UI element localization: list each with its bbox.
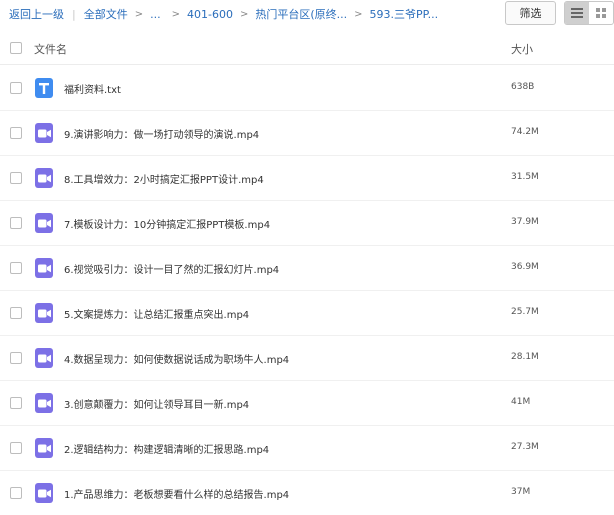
- file-row[interactable]: 9.演讲影响力：做一场打动领导的演说.mp4 74.2M: [0, 111, 614, 156]
- row-checkbox[interactable]: [10, 442, 22, 454]
- video-file-icon: [35, 393, 53, 413]
- video-file-icon: [35, 168, 53, 188]
- view-mode-toggle: [564, 1, 614, 25]
- filter-button[interactable]: 筛选: [505, 1, 556, 25]
- text-file-icon: [35, 78, 53, 98]
- file-row[interactable]: 7.模板设计力：10分钟搞定汇报PPT模板.mp4 37.9M: [0, 201, 614, 246]
- file-row[interactable]: 4.数据呈现力：如何使数据说话成为职场牛人.mp4 28.1M: [0, 336, 614, 381]
- file-row[interactable]: 福利资料.txt 638B: [0, 66, 614, 111]
- file-name[interactable]: 4.数据呈现力：如何使数据说话成为职场牛人.mp4: [64, 351, 289, 366]
- breadcrumb-ellipsis[interactable]: ...: [150, 8, 161, 21]
- column-header-size[interactable]: 大小: [511, 41, 533, 57]
- file-row[interactable]: 1.产品思维力：老板想要看什么样的总结报告.mp4 37M: [0, 471, 614, 515]
- video-file-icon: [35, 483, 53, 503]
- file-size: 28.1M: [511, 352, 539, 362]
- row-checkbox[interactable]: [10, 307, 22, 319]
- breadcrumb-item-401-600[interactable]: 401-600: [187, 8, 233, 21]
- list-view-icon[interactable]: [565, 2, 589, 24]
- file-name[interactable]: 2.逻辑结构力：构建逻辑清晰的汇报思路.mp4: [64, 441, 269, 456]
- file-row[interactable]: 6.视觉吸引力：设计一目了然的汇报幻灯片.mp4 36.9M: [0, 246, 614, 291]
- row-checkbox[interactable]: [10, 82, 22, 94]
- chevron-right-icon: >: [171, 8, 180, 20]
- file-size: 37.9M: [511, 217, 539, 227]
- file-size: 25.7M: [511, 307, 539, 317]
- row-checkbox[interactable]: [10, 127, 22, 139]
- video-file-icon: [35, 123, 53, 143]
- file-row[interactable]: 5.文案提炼力：让总结汇报重点突出.mp4 25.7M: [0, 291, 614, 336]
- file-name[interactable]: 1.产品思维力：老板想要看什么样的总结报告.mp4: [64, 486, 289, 501]
- file-size: 37M: [511, 487, 531, 497]
- row-checkbox[interactable]: [10, 172, 22, 184]
- file-size: 27.3M: [511, 442, 539, 452]
- breadcrumb-divider: |: [72, 7, 76, 21]
- file-name[interactable]: 8.工具增效力：2小时搞定汇报PPT设计.mp4: [64, 171, 264, 186]
- file-name[interactable]: 3.创意颠覆力：如何让领导耳目一新.mp4: [64, 396, 249, 411]
- video-file-icon: [35, 213, 53, 233]
- file-size: 41M: [511, 397, 531, 407]
- file-name[interactable]: 福利资料.txt: [64, 81, 121, 96]
- select-all-checkbox[interactable]: [10, 42, 22, 54]
- file-name[interactable]: 5.文案提炼力：让总结汇报重点突出.mp4: [64, 306, 249, 321]
- row-checkbox[interactable]: [10, 487, 22, 499]
- video-file-icon: [35, 258, 53, 278]
- breadcrumb-item-current[interactable]: 593.三爷PP...: [370, 6, 439, 22]
- file-name[interactable]: 9.演讲影响力：做一场打动领导的演说.mp4: [64, 126, 259, 141]
- file-row[interactable]: 8.工具增效力：2小时搞定汇报PPT设计.mp4 31.5M: [0, 156, 614, 201]
- chevron-right-icon: >: [239, 8, 249, 20]
- top-bar: 返回上一级 | 全部文件 > ... > 401-600 > 热门平台区(原终.…: [0, 0, 614, 30]
- row-checkbox[interactable]: [10, 217, 22, 229]
- file-name[interactable]: 6.视觉吸引力：设计一目了然的汇报幻灯片.mp4: [64, 261, 279, 276]
- file-row[interactable]: 2.逻辑结构力：构建逻辑清晰的汇报思路.mp4 27.3M: [0, 426, 614, 471]
- row-checkbox[interactable]: [10, 397, 22, 409]
- file-size: 36.9M: [511, 262, 539, 272]
- file-row[interactable]: 3.创意颠覆力：如何让领导耳目一新.mp4 41M: [0, 381, 614, 426]
- chevron-right-icon: >: [354, 8, 363, 20]
- column-header-name[interactable]: 文件名: [34, 41, 67, 57]
- file-name[interactable]: 7.模板设计力：10分钟搞定汇报PPT模板.mp4: [64, 216, 270, 231]
- video-file-icon: [35, 438, 53, 458]
- video-file-icon: [35, 348, 53, 368]
- breadcrumb-item-platform[interactable]: 热门平台区(原终...: [255, 6, 347, 22]
- grid-view-icon[interactable]: [589, 2, 613, 24]
- video-file-icon: [35, 303, 53, 323]
- file-list-header: 文件名 大小: [0, 30, 614, 65]
- file-size: 74.2M: [511, 127, 539, 137]
- all-files-link[interactable]: 全部文件: [84, 6, 128, 22]
- file-size: 31.5M: [511, 172, 539, 182]
- row-checkbox[interactable]: [10, 352, 22, 364]
- chevron-right-icon: >: [134, 8, 144, 20]
- back-link[interactable]: 返回上一级: [9, 6, 64, 22]
- row-checkbox[interactable]: [10, 262, 22, 274]
- breadcrumb: 返回上一级 | 全部文件 > ... > 401-600 > 热门平台区(原终.…: [9, 6, 438, 22]
- file-size: 638B: [511, 82, 535, 92]
